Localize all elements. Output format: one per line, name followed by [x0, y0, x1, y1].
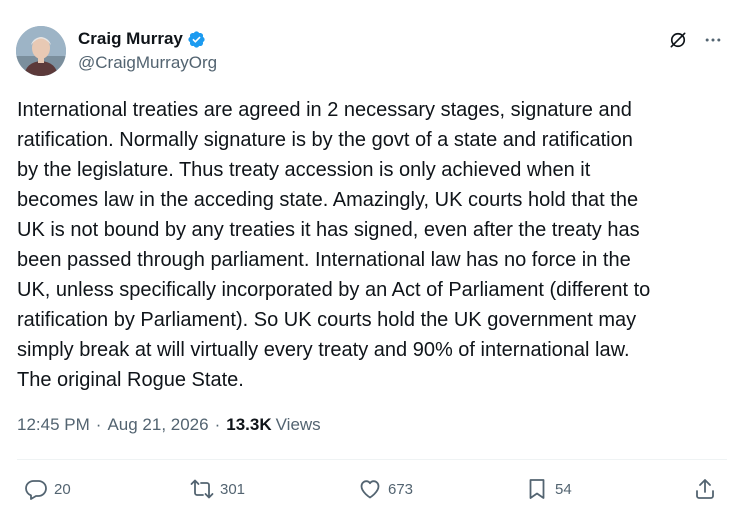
heart-icon — [360, 480, 380, 499]
like-count: 673 — [388, 480, 414, 498]
avatar-image — [16, 26, 66, 76]
views-count[interactable]: 13.3K — [226, 415, 271, 435]
divider — [17, 459, 727, 460]
author-display-name[interactable]: Craig Murray — [78, 29, 183, 49]
repost-icon — [190, 479, 214, 499]
reply-button[interactable]: 20 — [24, 477, 71, 501]
share-button[interactable] — [693, 477, 717, 501]
author-name-row[interactable]: Craig Murray — [78, 28, 206, 50]
reply-icon — [25, 480, 47, 500]
meta-separator: · — [95, 415, 102, 434]
like-button[interactable]: 673 — [358, 477, 413, 501]
repost-count: 301 — [220, 480, 246, 498]
meta-separator: · — [214, 415, 221, 434]
reply-count: 20 — [54, 480, 71, 498]
views-label: Views — [275, 415, 321, 434]
tweet-time[interactable]: 12:45 PM — [17, 415, 90, 435]
tweet-text: International treaties are agreed in 2 n… — [17, 99, 651, 391]
share-icon — [696, 479, 714, 499]
tweet-date[interactable]: Aug 21, 2026 — [107, 415, 208, 435]
verified-badge-icon[interactable] — [187, 30, 206, 49]
more-options-icon[interactable] — [703, 30, 723, 50]
bookmark-count: 54 — [555, 480, 572, 498]
author-handle[interactable]: @CraigMurrayOrg — [78, 53, 217, 73]
repost-button[interactable]: 301 — [190, 477, 245, 501]
bookmark-button[interactable]: 54 — [525, 477, 572, 501]
tweet-metadata: 12:45 PM · Aug 21, 2026 · 13.3K Views — [17, 415, 321, 435]
avatar[interactable] — [16, 26, 66, 76]
bookmark-icon — [529, 479, 545, 499]
grok-icon[interactable] — [668, 30, 688, 50]
